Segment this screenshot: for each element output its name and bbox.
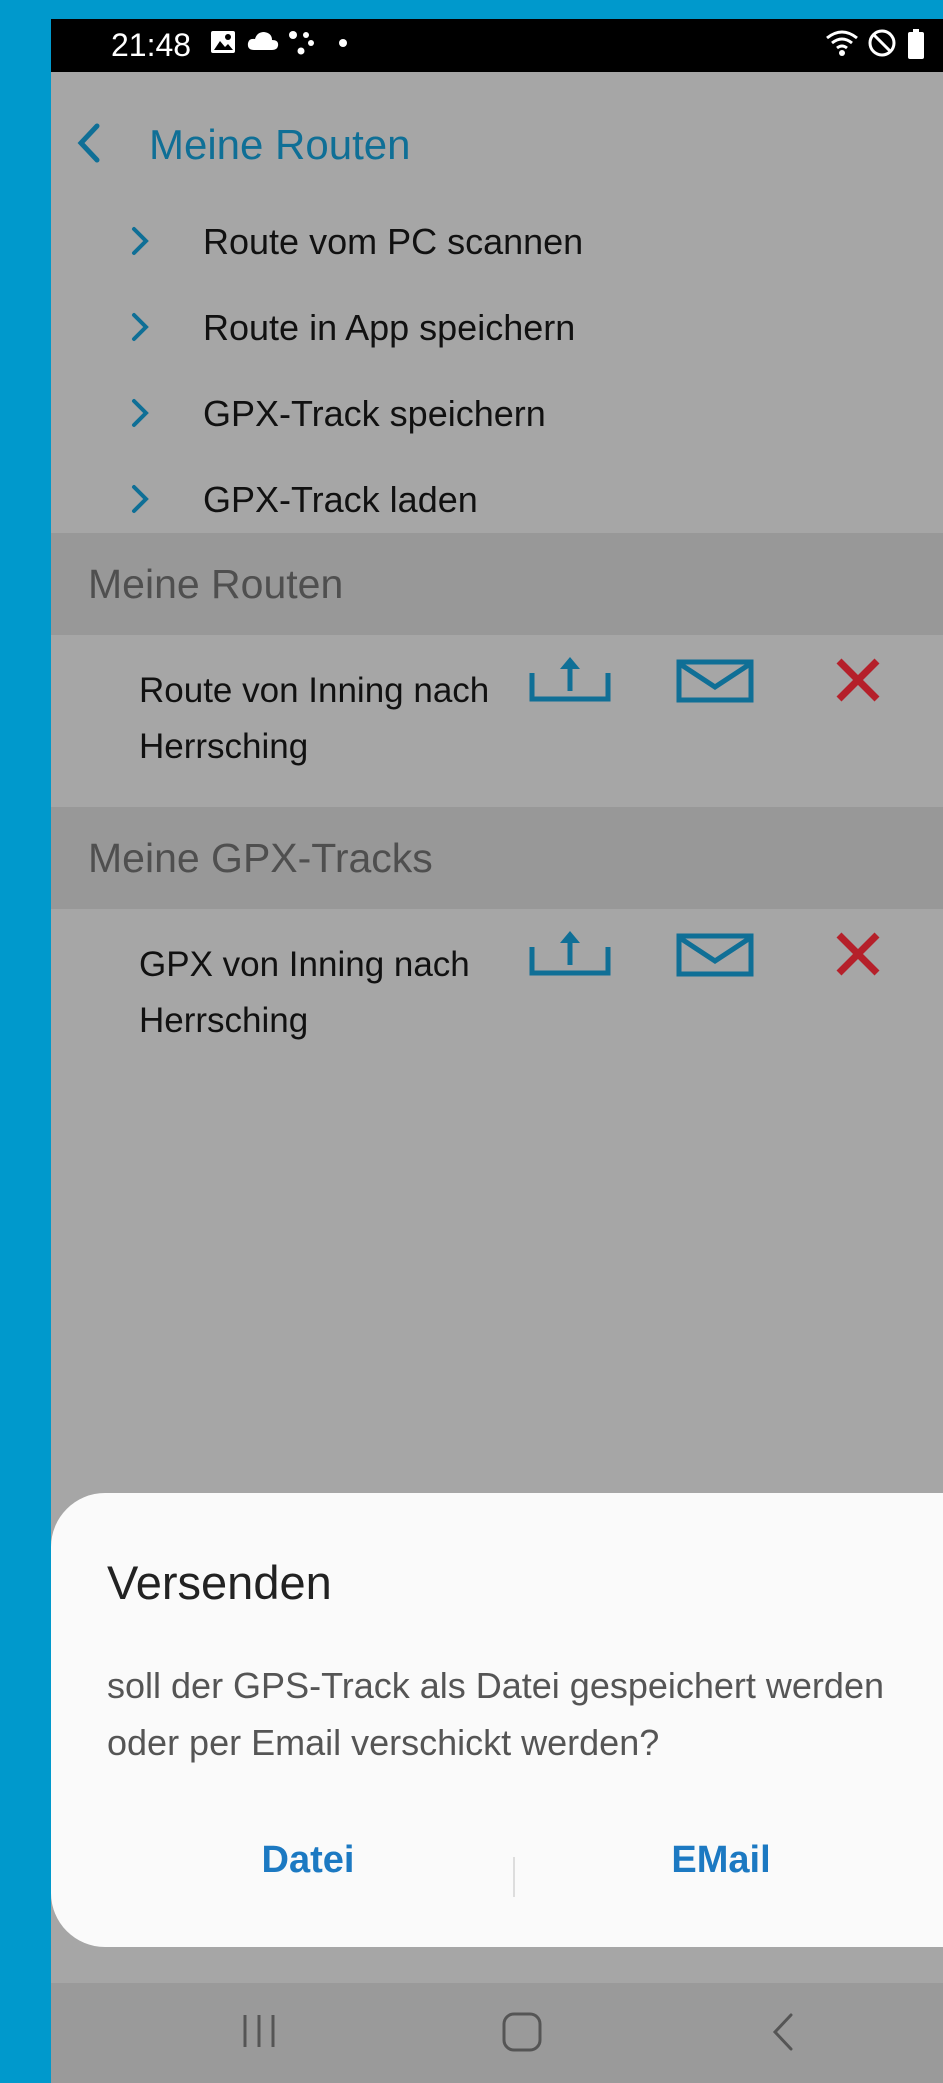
chevron-right-icon: [132, 313, 149, 341]
navigation-bar: [51, 1983, 943, 2083]
route-entry[interactable]: Route von Inning nach Herrsching: [51, 635, 943, 805]
status-time: 21:48: [111, 27, 192, 63]
section-header-routes: Meine Routen: [51, 533, 943, 635]
status-bar: 21:48: [51, 19, 943, 72]
phone-screen: 21:48 Meine Routen Route vom PC scannen …: [51, 19, 943, 2083]
delete-icon[interactable]: [835, 931, 881, 977]
app-header: Meine Routen: [51, 72, 943, 182]
email-button[interactable]: EMail: [571, 1838, 871, 1882]
chevron-right-icon: [132, 227, 149, 255]
recent-apps-icon[interactable]: [239, 2011, 279, 2051]
assistant-dots-icon: [289, 31, 314, 55]
dot-icon: [339, 39, 347, 47]
gpx-entry[interactable]: GPX von Inning nach Herrsching: [51, 909, 943, 1079]
chevron-right-icon: [132, 485, 149, 513]
battery-icon: [908, 29, 924, 59]
device-frame: 21:48 Meine Routen Route vom PC scannen …: [0, 0, 943, 2083]
section-title: Meine GPX-Tracks: [88, 835, 433, 881]
back-button[interactable]: [69, 118, 109, 168]
mail-icon[interactable]: [676, 659, 754, 703]
dialog-title: Versenden: [107, 1556, 332, 1609]
dialog-button-divider: [513, 1857, 515, 1897]
menu-item-save-route[interactable]: Route in App speichern: [51, 284, 943, 370]
menu-item-label: GPX-Track speichern: [203, 393, 546, 434]
section-title: Meine Routen: [88, 561, 344, 607]
menu-item-save-gpx[interactable]: GPX-Track speichern: [51, 370, 943, 456]
section-header-gpx-tracks: Meine GPX-Tracks: [51, 807, 943, 909]
send-dialog: Versenden soll der GPS-Track als Datei g…: [51, 1493, 943, 1947]
home-icon[interactable]: [501, 2011, 543, 2053]
back-icon[interactable]: [769, 2011, 799, 2053]
delete-icon[interactable]: [835, 657, 881, 703]
file-button[interactable]: Datei: [158, 1838, 458, 1882]
dialog-message: soll der GPS-Track als Datei gespeichert…: [107, 1665, 884, 1763]
menu-item-label: Route vom PC scannen: [203, 221, 584, 262]
image-icon: [211, 31, 235, 53]
upload-icon[interactable]: [529, 929, 611, 977]
chevron-right-icon: [132, 399, 149, 427]
do-not-disturb-icon: [868, 29, 896, 57]
route-name: Route von Inning nach Herrsching: [139, 671, 490, 766]
cloud-icon: [247, 32, 279, 50]
upload-icon[interactable]: [529, 655, 611, 703]
menu-item-label: Route in App speichern: [203, 307, 576, 348]
gpx-name: GPX von Inning nach Herrsching: [139, 945, 470, 1040]
menu-item-scan-route[interactable]: Route vom PC scannen: [51, 198, 943, 284]
wifi-icon: [826, 30, 858, 56]
menu-item-label: GPX-Track laden: [203, 479, 478, 520]
chevron-left-icon: [77, 123, 100, 163]
mail-icon[interactable]: [676, 933, 754, 977]
menu-item-load-gpx[interactable]: GPX-Track laden: [51, 456, 943, 542]
page-title: Meine Routen: [149, 121, 411, 168]
